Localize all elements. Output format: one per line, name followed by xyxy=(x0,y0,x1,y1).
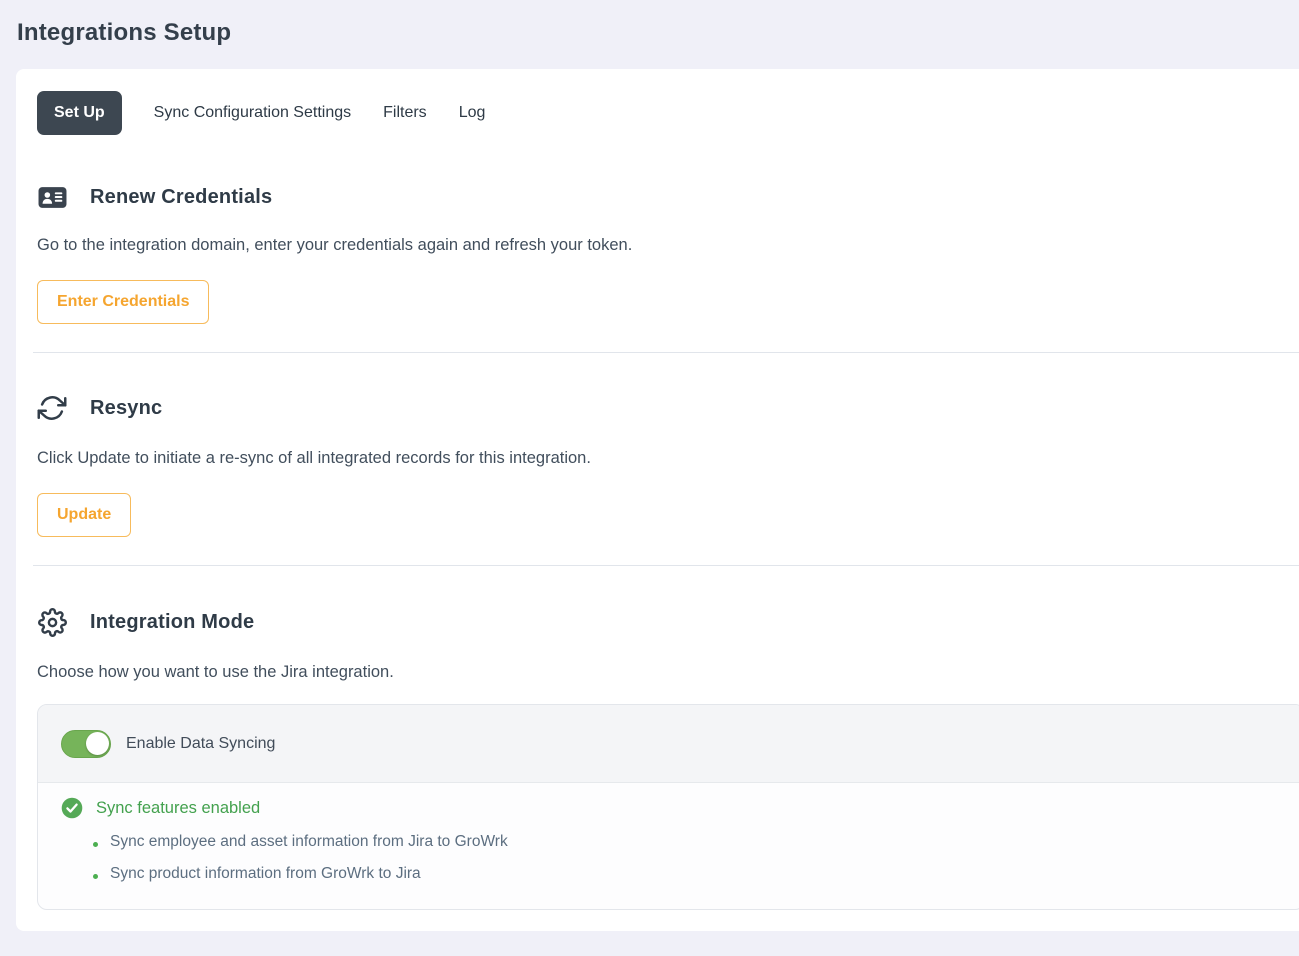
address-card-icon xyxy=(37,185,67,210)
bullet-dot-icon xyxy=(93,874,98,879)
tab-bar: Set Up Sync Configuration Settings Filte… xyxy=(37,91,1299,135)
integration-mode-description: Choose how you want to use the Jira inte… xyxy=(37,663,1299,682)
tab-set-up[interactable]: Set Up xyxy=(37,91,122,135)
tab-log[interactable]: Log xyxy=(459,91,486,135)
gear-icon xyxy=(37,608,67,637)
resync-description: Click Update to initiate a re-sync of al… xyxy=(37,449,1299,468)
bullet-dot-icon xyxy=(93,842,98,847)
section-divider xyxy=(33,352,1299,353)
integrations-setup-card: Set Up Sync Configuration Settings Filte… xyxy=(16,69,1299,931)
tab-filters[interactable]: Filters xyxy=(383,91,427,135)
list-item: Sync employee and asset information from… xyxy=(93,833,1299,851)
renew-credentials-title: Renew Credentials xyxy=(90,186,272,209)
data-syncing-panel-header: Enable Data Syncing xyxy=(38,705,1299,783)
sync-icon xyxy=(37,393,67,423)
sync-feature-text: Sync product information from GroWrk to … xyxy=(110,865,421,883)
sync-feature-text: Sync employee and asset information from… xyxy=(110,833,508,851)
resync-title: Resync xyxy=(90,397,162,420)
toggle-knob xyxy=(86,732,109,755)
check-circle-icon xyxy=(61,797,83,819)
enable-data-syncing-toggle[interactable] xyxy=(61,730,111,758)
update-button[interactable]: Update xyxy=(37,493,131,537)
enter-credentials-button[interactable]: Enter Credentials xyxy=(37,280,209,324)
tab-sync-configuration-settings[interactable]: Sync Configuration Settings xyxy=(154,91,351,135)
renew-credentials-description: Go to the integration domain, enter your… xyxy=(37,236,1299,255)
list-item: Sync product information from GroWrk to … xyxy=(93,865,1299,883)
sync-feature-list: Sync employee and asset information from… xyxy=(61,833,1299,883)
sync-status-label: Sync features enabled xyxy=(96,799,260,818)
integration-mode-title: Integration Mode xyxy=(90,611,254,634)
sync-features-body: Sync features enabled Sync employee and … xyxy=(38,783,1299,909)
page-title: Integrations Setup xyxy=(17,19,1299,47)
data-syncing-panel: Enable Data Syncing Sync features enable… xyxy=(37,704,1299,910)
enable-data-syncing-label: Enable Data Syncing xyxy=(126,735,275,753)
renew-credentials-header: Renew Credentials xyxy=(37,185,1299,210)
integration-mode-header: Integration Mode xyxy=(37,608,1299,637)
section-divider xyxy=(33,565,1299,566)
sync-status-row: Sync features enabled xyxy=(61,797,1299,819)
resync-header: Resync xyxy=(37,393,1299,423)
